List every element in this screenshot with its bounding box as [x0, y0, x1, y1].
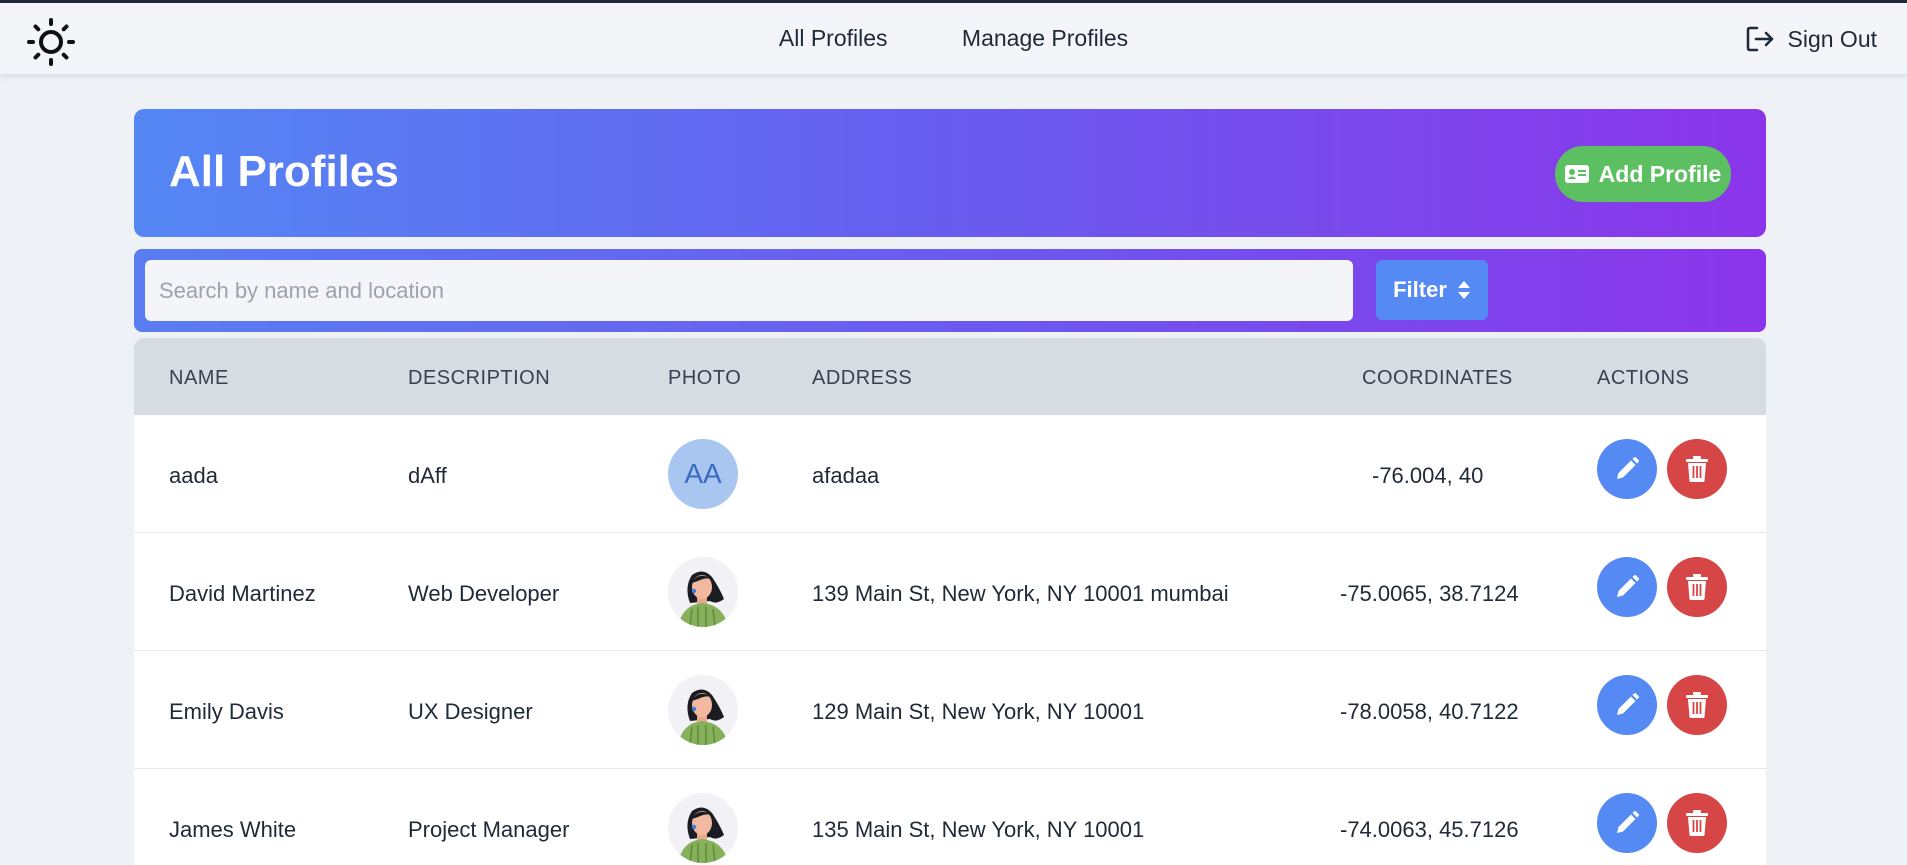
edit-button[interactable] [1597, 557, 1657, 617]
table-row: Emily Davis UX Designer 129 Main St, New… [134, 651, 1766, 769]
profile-description: dAff [408, 463, 447, 488]
trash-icon [1686, 456, 1708, 482]
profile-name: Emily Davis [169, 699, 284, 724]
pencil-icon [1617, 811, 1639, 833]
column-header-photo: PHOTO [668, 367, 742, 389]
table-row: aada dAff AA afadaa -76.004, 40 [134, 415, 1766, 533]
table-row: James White Project Manager 135 Main St,… [134, 769, 1766, 865]
profile-description: UX Designer [408, 699, 533, 724]
sign-out-icon [1746, 26, 1773, 52]
column-header-description: DESCRIPTION [408, 367, 551, 389]
profile-description: Web Developer [408, 581, 560, 606]
add-profile-label: Add Profile [1598, 160, 1722, 187]
sign-out-label: Sign Out [1787, 25, 1878, 52]
add-profile-button[interactable]: Add Profile [1555, 146, 1731, 202]
profile-address: 135 Main St, New York, NY 10001 [812, 817, 1145, 842]
column-header-name: NAME [169, 367, 229, 389]
pencil-icon [1617, 457, 1639, 479]
pencil-icon [1617, 575, 1639, 597]
column-header-address: ADDRESS [812, 367, 913, 389]
profile-name: aada [169, 463, 218, 488]
avatar [668, 557, 738, 627]
nav-all-profiles[interactable]: All Profiles [779, 25, 888, 51]
delete-button[interactable] [1667, 439, 1727, 499]
edit-button[interactable] [1597, 793, 1657, 853]
profile-coordinates: -78.0058, 40.7122 [1340, 699, 1519, 724]
id-card-icon [1564, 165, 1589, 183]
table-row: David Martinez Web Developer 139 Main St… [134, 533, 1766, 651]
table-header: NAME DESCRIPTION PHOTO ADDRESS COORDINAT… [134, 338, 1766, 415]
main-nav: All Profiles Manage Profiles [0, 25, 1907, 52]
page-title: All Profiles [169, 147, 399, 196]
trash-icon [1686, 692, 1708, 718]
delete-button[interactable] [1667, 793, 1727, 853]
edit-button[interactable] [1597, 675, 1657, 735]
profile-description: Project Manager [408, 817, 570, 842]
filter-button[interactable]: Filter [1376, 260, 1488, 320]
filter-label: Filter [1393, 277, 1447, 302]
search-bar: Filter [134, 249, 1766, 332]
delete-button[interactable] [1667, 557, 1727, 617]
profiles-table: NAME DESCRIPTION PHOTO ADDRESS COORDINAT… [134, 338, 1766, 865]
avatar [668, 793, 738, 863]
sign-out-button[interactable]: Sign Out [1744, 23, 1878, 55]
pencil-icon [1617, 693, 1639, 715]
column-header-actions: ACTIONS [1597, 367, 1690, 389]
delete-button[interactable] [1667, 675, 1727, 735]
nav-manage-profiles[interactable]: Manage Profiles [962, 25, 1128, 51]
profile-address: 139 Main St, New York, NY 10001 mumbai [812, 581, 1229, 606]
top-navbar: All Profiles Manage Profiles Sign Out [0, 0, 1907, 74]
profile-address: afadaa [812, 463, 880, 488]
avatar [668, 675, 738, 745]
profile-coordinates: -74.0063, 45.7126 [1340, 817, 1519, 842]
edit-button[interactable] [1597, 439, 1657, 499]
trash-icon [1686, 810, 1708, 836]
profile-name: David Martinez [169, 581, 316, 606]
sort-icon [1457, 281, 1470, 299]
search-input[interactable] [145, 260, 1353, 321]
trash-icon [1686, 574, 1708, 600]
profile-coordinates: -76.004, 40 [1372, 463, 1484, 488]
profile-address: 129 Main St, New York, NY 10001 [812, 699, 1145, 724]
column-header-coordinates: COORDINATES [1362, 367, 1513, 389]
avatar: AA [668, 439, 738, 509]
profile-coordinates: -75.0065, 38.7124 [1340, 581, 1519, 606]
profile-name: James White [169, 817, 297, 842]
page-header: All Profiles Add Profile [134, 109, 1766, 237]
